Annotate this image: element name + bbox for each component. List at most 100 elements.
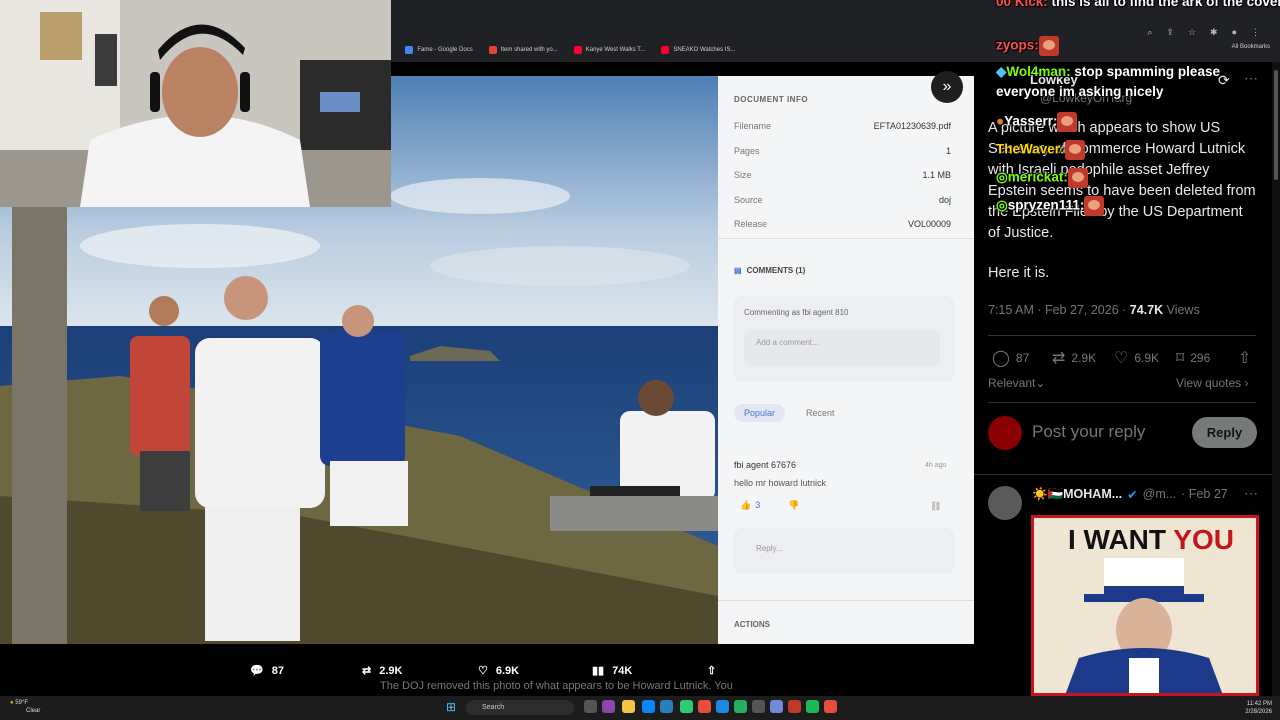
repost-icon: ⇄	[362, 665, 372, 677]
document-info-panel: DOCUMENT INFO Filename EFTA01230639.pdf P…	[718, 76, 974, 644]
reply-author-name[interactable]: ☀️🇵🇸MOHAM...	[1032, 487, 1122, 502]
reply-input[interactable]: Reply...	[734, 528, 954, 574]
chat-message: 00 Kick: this is all to find the ark of …	[996, 0, 1280, 9]
taskbar-clock[interactable]: 11:42 PM 2/28/2026	[1226, 700, 1272, 716]
comment-input[interactable]: Add a comment...	[744, 330, 940, 366]
reply-image[interactable]: I WANT YOU	[1031, 515, 1259, 696]
app-icon[interactable]	[752, 700, 765, 713]
reply-submit-button[interactable]: Reply	[1192, 417, 1257, 448]
chat-message: ◎merickat:	[996, 168, 1088, 188]
all-bookmarks[interactable]: All Bookmarks	[1232, 44, 1270, 50]
view-quotes-link[interactable]: View quotes ›	[1176, 376, 1249, 390]
xbox-icon[interactable]	[734, 700, 747, 713]
tab-recent[interactable]: Recent	[806, 408, 835, 418]
comment-text: hello mr howard lutnick	[734, 478, 827, 488]
webcam-illustration	[0, 0, 391, 207]
reply-input[interactable]: Post your reply	[1032, 422, 1145, 442]
chat-message: ◎spryzen111:	[996, 196, 1105, 216]
repost-button[interactable]: ⇄ 2.9K	[1052, 348, 1096, 368]
more-options-icon[interactable]: ⋯	[1244, 485, 1258, 502]
reply-button[interactable]: ◯ 87	[992, 348, 1029, 368]
chat-message: zyops:	[996, 36, 1059, 56]
diamond-badge-icon: ◆	[996, 64, 1007, 79]
bookmark-icon: ⌑	[1176, 350, 1185, 367]
post-timestamp: 7:15 AM · Feb 27, 2026 · 74.7K Views	[988, 303, 1200, 317]
poster-text: I WANT YOU	[1068, 524, 1234, 555]
comment-time: 4h ago	[925, 462, 947, 469]
app-icon[interactable]	[660, 700, 673, 713]
tab-popular[interactable]: Popular	[734, 404, 786, 422]
media-replies-button[interactable]: 💬 87	[250, 664, 284, 678]
taskbar-search[interactable]: Search	[466, 700, 574, 715]
reply-icon: ◯	[992, 350, 1010, 367]
media-views-button[interactable]: ▮▮ 74K	[592, 664, 632, 678]
thumbs-down-icon[interactable]: 👎	[788, 500, 799, 511]
weather-widget[interactable]: ● 59°F Clear	[10, 699, 40, 715]
star-icon[interactable]: ☆	[1188, 27, 1196, 38]
divider	[718, 238, 974, 239]
share-button[interactable]: ⇧	[1238, 348, 1251, 368]
app-icon[interactable]	[602, 700, 615, 713]
file-explorer-icon[interactable]	[622, 700, 635, 713]
menu-icon[interactable]: ⋮	[1251, 27, 1260, 38]
comment-author[interactable]: fbi agent 67676	[734, 460, 796, 470]
edge-icon[interactable]	[642, 700, 655, 713]
app-icon[interactable]	[680, 700, 693, 713]
comments-header: ▤ COMMENTS (1)	[734, 266, 806, 275]
streamer-webcam	[0, 0, 391, 207]
media-like-button[interactable]: ♡ 6.9K	[478, 664, 519, 678]
actions-title: ACTIONS	[734, 620, 770, 629]
badge-icon: ●	[996, 113, 1005, 129]
comment-icon: ▤	[734, 266, 742, 275]
divider	[718, 600, 974, 601]
chat-message: ●Yasserr:	[996, 112, 1078, 132]
comment-composer: Commenting as fbi agent 810 Add a commen…	[734, 296, 954, 382]
task-view-icon[interactable]	[584, 700, 597, 713]
bookmark-item[interactable]: SNEAKO Watches IS...	[661, 46, 735, 54]
chat-message: TheWaver:	[996, 140, 1085, 160]
doc-field-row: Filename EFTA01230639.pdf	[734, 121, 951, 132]
verified-icon: ✔	[1127, 488, 1138, 502]
avatar[interactable]	[988, 416, 1022, 450]
zoom-icon[interactable]: ⌕	[1147, 27, 1152, 38]
gmail-icon	[488, 46, 497, 54]
bookmark-item[interactable]: Item shared with yo...	[488, 46, 558, 54]
doc-field-row: Pages 1	[734, 145, 951, 156]
extensions-icon[interactable]: ✱	[1210, 27, 1218, 38]
media-repost-button[interactable]: ⇄ 2.9K	[362, 664, 402, 678]
bookmark-item[interactable]: Kanye West Walks T...	[573, 46, 645, 54]
chat-emote-icon	[1057, 112, 1078, 132]
comment-like-button[interactable]: 👍 3	[740, 500, 760, 511]
chrome-icon[interactable]	[824, 700, 837, 713]
next-media-button[interactable]: »	[931, 71, 963, 103]
chrome-icon[interactable]	[698, 700, 711, 713]
chat-emote-icon	[1084, 196, 1105, 216]
chat-message: ◆Wol4man: stop spamming please everyone …	[996, 64, 1220, 99]
bookmark-item[interactable]: Fame - Google Docs	[405, 46, 473, 54]
share-icon: ⇧	[1238, 350, 1252, 367]
doc-field-row: Source doj	[734, 194, 951, 205]
avatar[interactable]	[988, 486, 1022, 520]
double-chevron-right-icon: »	[942, 78, 952, 95]
repost-icon: ⇄	[1052, 350, 1066, 367]
bar-chart-icon: ▮▮	[592, 665, 605, 677]
windows-start-icon[interactable]: ⊞	[446, 701, 459, 714]
thumbs-up-icon: 👍	[740, 500, 752, 510]
scrollbar-thumb[interactable]	[1274, 70, 1278, 180]
vscode-icon[interactable]	[716, 700, 729, 713]
media-share-button[interactable]: ⇧	[707, 664, 716, 677]
share-icon[interactable]: ⇪	[1166, 27, 1174, 38]
more-options-icon[interactable]: ⋯	[1244, 70, 1258, 87]
sort-dropdown[interactable]: Relevant⌄	[988, 376, 1045, 390]
discord-icon[interactable]	[770, 700, 783, 713]
divider	[988, 335, 1256, 336]
browser-toolbar-icons: ⌕ ⇪ ☆ ✱ ● ⋮	[1147, 27, 1260, 38]
profile-icon[interactable]: ●	[1232, 27, 1237, 38]
bookmark-button[interactable]: ⌑ 296	[1176, 348, 1210, 368]
like-button[interactable]: ♡ 6.9K	[1114, 348, 1159, 368]
app-icon[interactable]	[788, 700, 801, 713]
link-icon[interactable]: ⛓	[930, 501, 941, 512]
spotify-icon[interactable]	[806, 700, 819, 713]
windows-taskbar	[0, 696, 1280, 720]
share-icon: ⇧	[707, 665, 717, 677]
